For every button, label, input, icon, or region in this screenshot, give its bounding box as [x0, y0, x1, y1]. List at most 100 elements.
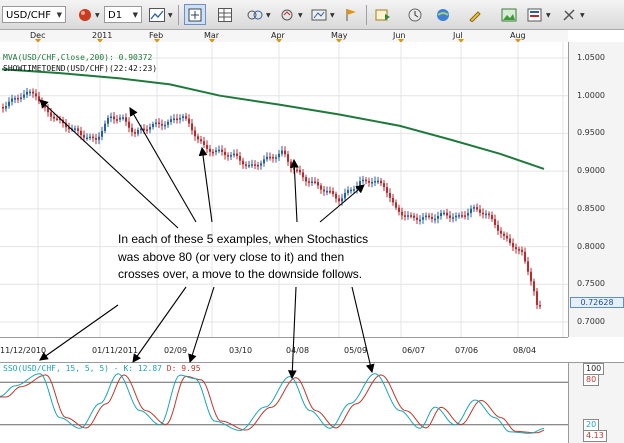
candle-body — [497, 224, 499, 231]
timeframe-select[interactable]: D1 ▼ — [104, 6, 142, 23]
candle-body — [281, 150, 283, 154]
candle-body — [260, 163, 262, 166]
candle-body — [470, 208, 472, 214]
candle-body — [461, 215, 463, 217]
tools-button[interactable] — [558, 4, 580, 25]
candle-body — [530, 271, 532, 282]
candle-body — [98, 136, 100, 140]
candle-body — [161, 123, 163, 126]
candle-body — [248, 164, 250, 167]
candle-body — [41, 101, 43, 106]
symbol-select[interactable]: USD/CHF ▼ — [2, 6, 66, 23]
candle-body — [284, 150, 286, 155]
draw-tool-button[interactable] — [464, 4, 486, 25]
crosshair-icon — [188, 8, 202, 21]
candle-body — [35, 93, 37, 97]
chart-type-button[interactable] — [146, 4, 168, 25]
candle-body — [185, 116, 187, 119]
indicators-icon — [247, 10, 263, 19]
price-chart[interactable] — [0, 42, 568, 337]
candle-body — [104, 123, 106, 132]
annotation-text: In each of these 5 examples, when Stocha… — [118, 231, 408, 284]
candle-body — [155, 122, 157, 125]
price-tick-label: 1.0500 — [577, 53, 605, 62]
crosshair-button[interactable] — [184, 4, 206, 25]
candle-body — [68, 127, 70, 130]
chevron-down-icon: ▼ — [56, 11, 62, 19]
web-button[interactable] — [432, 4, 454, 25]
signals-button[interactable] — [276, 4, 298, 25]
date-axis: 11/12/2010 01/11/2011 02/09 03/10 04/08 05/09… — [0, 337, 568, 361]
date-label: 02/09 — [164, 346, 188, 355]
candle-body — [14, 98, 16, 100]
strategies-button[interactable] — [308, 4, 330, 25]
chevron-down-icon: ▼ — [298, 12, 303, 19]
candle-body — [518, 249, 520, 251]
candle-body — [143, 128, 145, 131]
mva-legend: MVA(USD/CHF,Close,200): 0.90372 — [3, 53, 153, 62]
alerts-button[interactable] — [340, 4, 362, 25]
orders-button[interactable] — [372, 4, 394, 25]
candle-body — [419, 219, 421, 222]
candle-body — [56, 118, 58, 121]
history-button[interactable] — [404, 4, 426, 25]
chevron-down-icon: ▼ — [168, 12, 173, 19]
candle-body — [89, 136, 91, 139]
candle-body — [146, 129, 148, 131]
candle-body — [476, 207, 478, 210]
candle-body — [62, 119, 64, 124]
candle-body — [296, 169, 298, 172]
candle-body — [95, 138, 97, 140]
date-label: 11/12/2010 — [0, 346, 47, 355]
candle-body — [341, 198, 343, 202]
candle-body — [434, 218, 436, 221]
candle-body — [482, 212, 484, 215]
candle-body — [509, 238, 511, 243]
candle-body — [515, 247, 517, 250]
price-tick-label: 0.8500 — [577, 203, 605, 213]
candle-body — [137, 129, 139, 134]
candle-body — [527, 261, 529, 272]
candle-body — [26, 91, 28, 95]
candle-body — [182, 116, 184, 118]
toolbar-separator — [178, 5, 179, 25]
price-tick-label: 0.8000 — [577, 241, 605, 251]
pencil-icon — [469, 10, 481, 22]
candle-body — [422, 217, 424, 220]
candle-body — [209, 148, 211, 152]
candle-body — [287, 154, 289, 162]
candle-body — [428, 215, 430, 218]
candle-body — [386, 187, 388, 193]
candle-body — [50, 112, 52, 117]
candle-body — [239, 155, 241, 161]
candle-body — [407, 215, 409, 217]
indicators-button[interactable] — [244, 4, 266, 25]
candle-body — [380, 180, 382, 184]
insert-picture-button[interactable] — [498, 4, 520, 25]
stochastic-panel[interactable] — [0, 362, 568, 443]
candle-body — [344, 193, 346, 199]
chevron-down-icon: ▼ — [95, 12, 100, 19]
price-tick-label: 0.7000 — [577, 317, 605, 326]
candle-body — [356, 185, 358, 190]
candle-body — [359, 181, 361, 186]
candle-body — [23, 94, 25, 98]
candle-body — [467, 213, 469, 216]
candle-body — [350, 189, 352, 192]
candle-body — [398, 207, 400, 212]
data-window-button[interactable] — [214, 4, 236, 25]
candle-body — [449, 215, 451, 218]
candle-body — [452, 217, 454, 219]
date-label: 07/06 — [455, 346, 479, 355]
signals-icon — [281, 9, 293, 20]
chart-properties-button[interactable] — [524, 4, 546, 25]
candle-body — [245, 164, 247, 166]
chart-color-button[interactable] — [74, 4, 96, 25]
candle-body — [203, 141, 205, 145]
candle-body — [395, 202, 397, 208]
candle-body — [401, 211, 403, 216]
candle-body — [59, 118, 61, 121]
candle-body — [503, 233, 505, 236]
candle-body — [320, 185, 322, 190]
candle-body — [173, 118, 175, 121]
